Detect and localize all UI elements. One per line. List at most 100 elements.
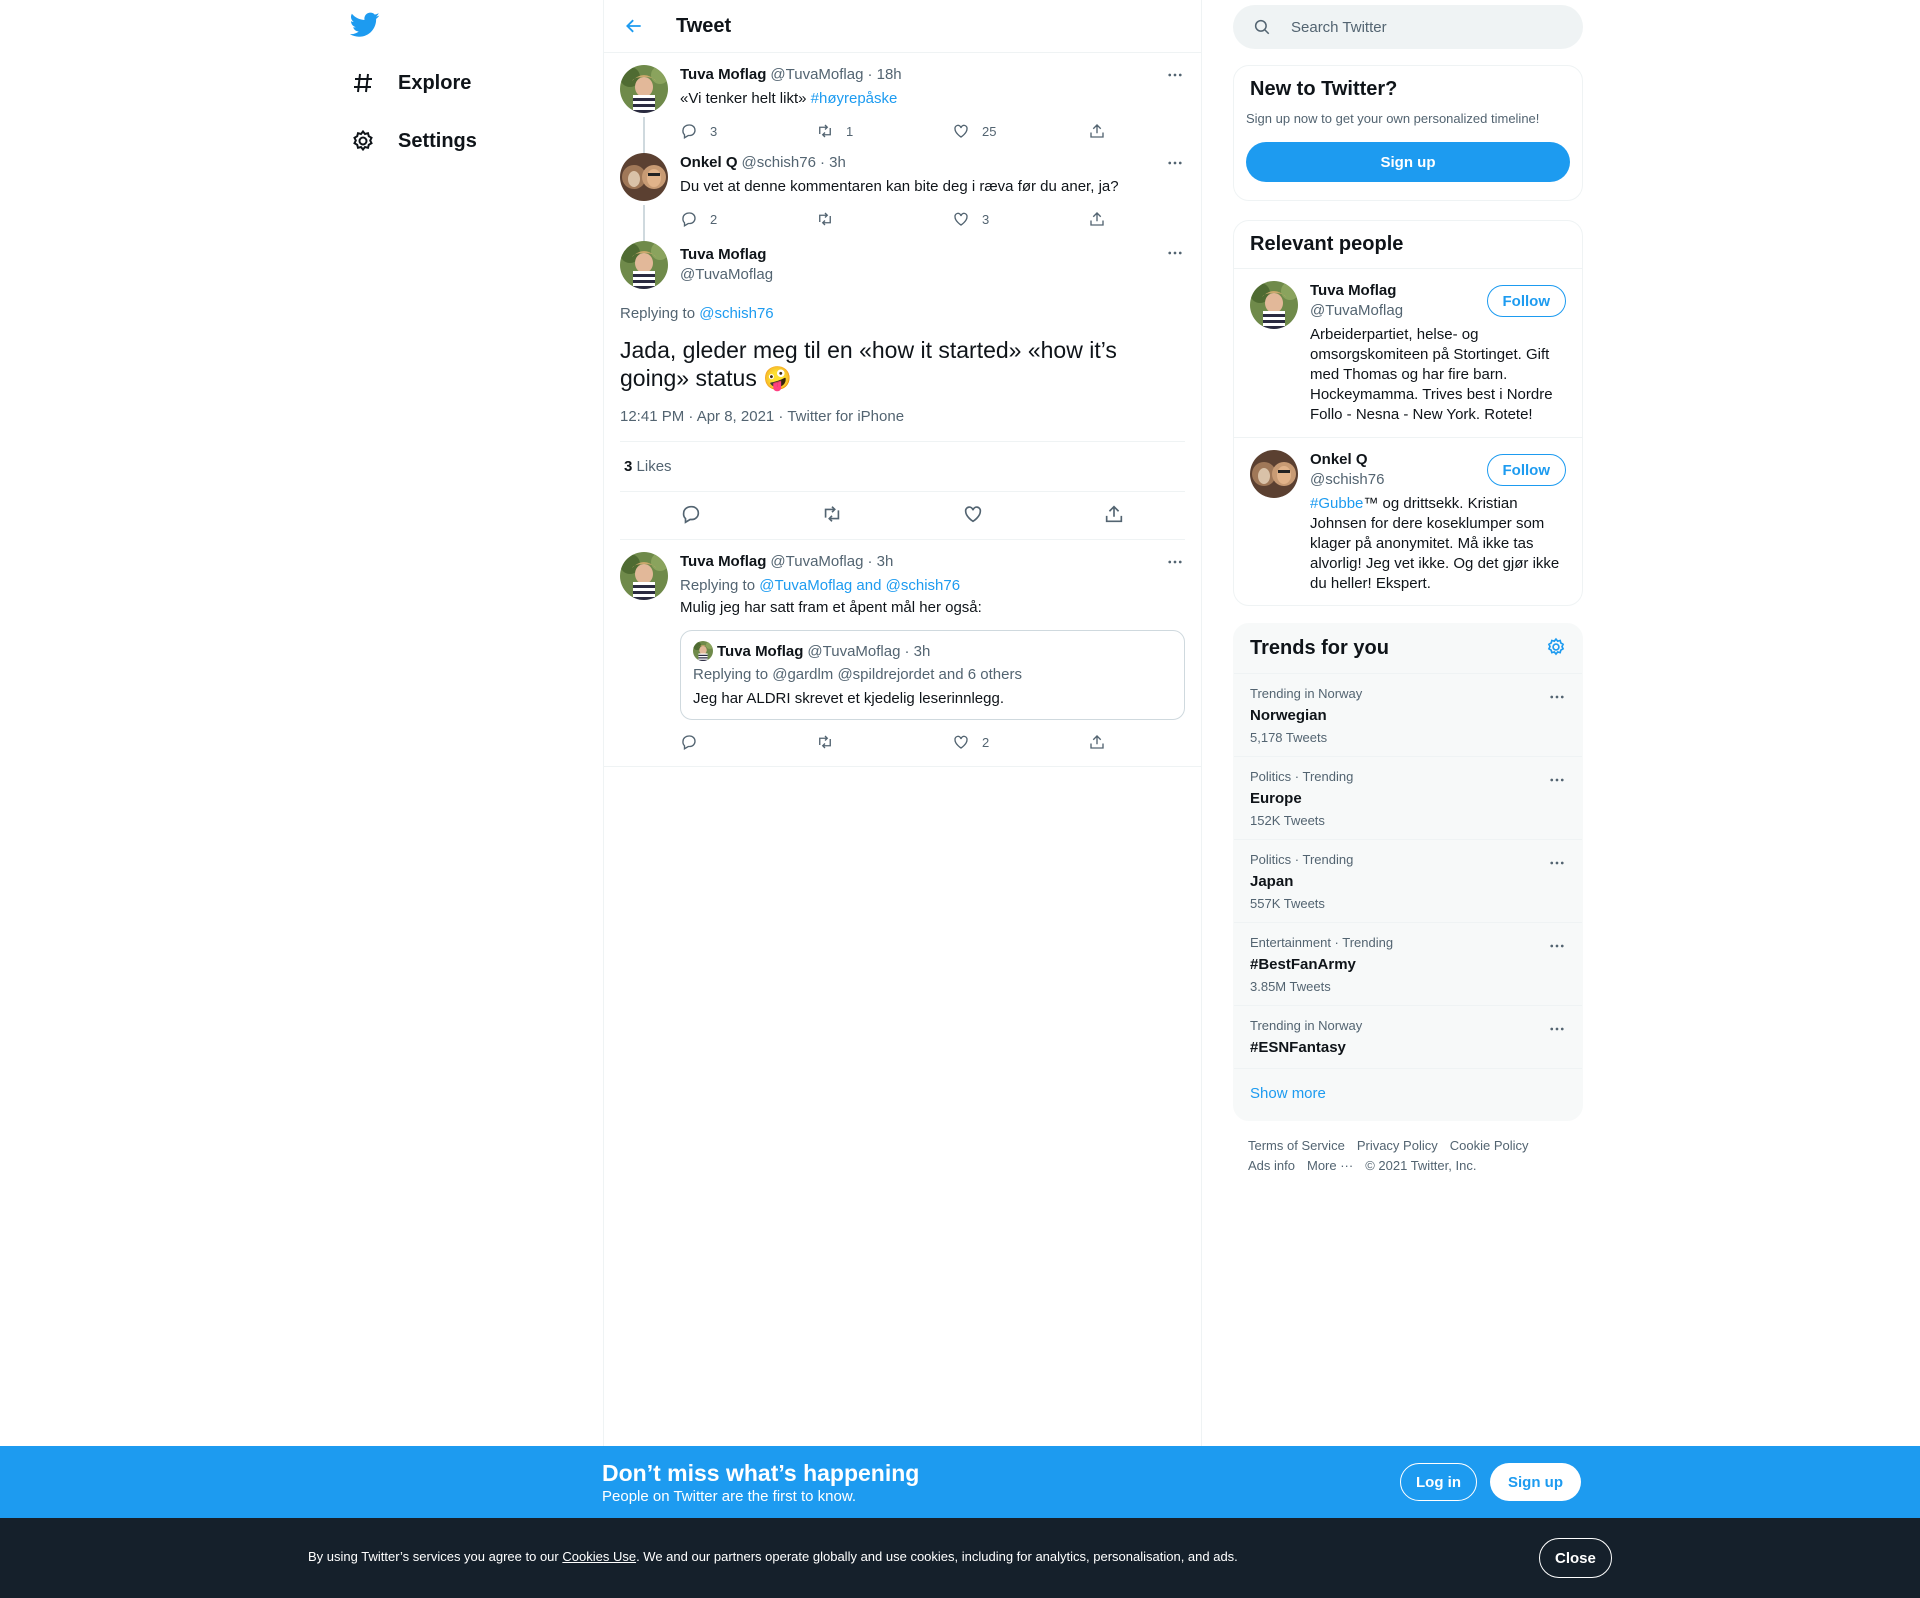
cookie-policy-link[interactable]: Cookie Policy <box>1450 1136 1529 1156</box>
retweet-icon <box>816 210 834 228</box>
copyright: © 2021 Twitter, Inc. <box>1365 1158 1477 1173</box>
reply-icon[interactable] <box>680 503 702 529</box>
search-icon <box>1254 19 1270 35</box>
tweet-time[interactable]: · 3h <box>867 552 893 572</box>
arrow-left-icon <box>626 19 641 33</box>
follow-button[interactable]: Follow <box>1486 454 1566 486</box>
trend-item[interactable]: Trending in Norway Norwegian 5,178 Tweet… <box>1234 674 1582 757</box>
main-tweet-text: Jada, gleder meg til en «how it started»… <box>620 337 1117 391</box>
tweet-timestamp[interactable]: 12:41 PM · Apr 8, 2021 · Twitter for iPh… <box>620 408 1185 442</box>
share-button[interactable] <box>1088 210 1118 228</box>
trend-item[interactable]: Politics · Trending Japan 557K Tweets <box>1234 840 1582 923</box>
signup-banner: Don’t miss what’s happening People on Tw… <box>0 1446 1920 1518</box>
follow-button[interactable]: Follow <box>1486 285 1566 317</box>
reply-button[interactable]: 2 <box>680 210 816 228</box>
author-handle[interactable]: @TuvaMoflag <box>680 265 773 285</box>
trend-item[interactable]: Entertainment · Trending #BestFanArmy 3.… <box>1234 923 1582 1006</box>
settings-gear-icon[interactable] <box>1546 637 1566 661</box>
heart-icon[interactable] <box>962 503 984 529</box>
ads-info-link[interactable]: Ads info <box>1248 1156 1295 1176</box>
nav-settings[interactable]: Settings <box>350 121 477 161</box>
privacy-link[interactable]: Privacy Policy <box>1357 1136 1438 1156</box>
signup-button[interactable]: Sign up <box>1246 142 1570 182</box>
quote-time: · 3h <box>904 642 931 660</box>
thread-tweet[interactable]: Tuva Moflag @TuvaMoflag · 18h «Vi tenker… <box>604 53 1201 167</box>
more-options-icon[interactable] <box>1548 771 1566 793</box>
like-count: 2 <box>982 734 990 750</box>
login-button[interactable]: Log in <box>1400 1463 1477 1501</box>
main-tweet-actions <box>620 492 1185 540</box>
mention-link[interactable]: @schish76 <box>699 305 773 322</box>
signup-button[interactable]: Sign up <box>1490 1463 1581 1501</box>
thread-tweet[interactable]: Onkel Q @schish76 · 3h Du vet at denne k… <box>604 153 1201 255</box>
more-options-icon[interactable] <box>1548 937 1566 959</box>
retweet-button[interactable] <box>816 733 952 751</box>
more-options-icon[interactable] <box>1165 65 1185 85</box>
reply-icon <box>680 210 698 228</box>
more-link[interactable]: More ··· <box>1307 1156 1353 1176</box>
retweet-button[interactable] <box>816 210 952 228</box>
quoted-tweet[interactable]: Tuva Moflag @TuvaMoflag · 3h Replying to… <box>680 630 1185 720</box>
author-name[interactable]: Tuva Moflag <box>680 245 769 265</box>
more-options-icon[interactable] <box>1165 552 1185 572</box>
more-options-icon[interactable] <box>1165 243 1185 263</box>
nav-explore[interactable]: Explore <box>350 63 471 103</box>
like-button[interactable]: 25 <box>952 122 1088 140</box>
trend-item[interactable]: Politics · Trending Europe 152K Tweets <box>1234 757 1582 840</box>
hashtag-link[interactable]: #høyrepåske <box>811 90 898 107</box>
search-input[interactable]: Search Twitter <box>1233 5 1583 49</box>
twitter-logo-icon[interactable] <box>349 12 380 38</box>
avatar[interactable] <box>1250 450 1298 498</box>
author-name[interactable]: Onkel Q <box>680 153 738 173</box>
like-button[interactable]: 3 <box>952 210 1088 228</box>
reply-tweet[interactable]: Tuva Moflag @TuvaMoflag · 3h Replying to… <box>604 540 1201 767</box>
person-cell[interactable]: Tuva Moflag @TuvaMoflag Arbeiderpartiet,… <box>1234 268 1582 437</box>
tweet-text: Du vet at denne kommentaren kan bite deg… <box>680 178 1119 195</box>
avatar[interactable] <box>620 153 668 201</box>
replying-to: Replying to @schish76 <box>620 305 1185 322</box>
share-icon <box>1088 733 1106 751</box>
author-handle[interactable]: @TuvaMoflag <box>770 65 863 85</box>
avatar[interactable] <box>620 552 668 600</box>
like-button[interactable]: 2 <box>952 733 1088 751</box>
cookies-use-link[interactable]: Cookies Use <box>562 1549 636 1564</box>
avatar[interactable] <box>620 241 668 289</box>
person-cell[interactable]: Onkel Q @schish76 #Gubbe™ og drittsekk. … <box>1234 437 1582 606</box>
trend-context: Trending in Norway <box>1250 686 1363 701</box>
reply-icon <box>680 122 698 140</box>
author-name[interactable]: Tuva Moflag <box>680 552 766 572</box>
retweet-button[interactable]: 1 <box>816 122 952 140</box>
footer-links: Terms of Service Privacy Policy Cookie Pol… <box>1248 1136 1568 1176</box>
share-button[interactable] <box>1088 733 1118 751</box>
trend-item[interactable]: Trending in Norway #ESNFantasy <box>1234 1006 1582 1069</box>
more-options-icon[interactable] <box>1548 688 1566 710</box>
more-options-icon[interactable] <box>1165 153 1185 173</box>
more-options-icon[interactable] <box>1548 1020 1566 1042</box>
tweet-text: Mulig jeg har satt fram et åpent mål her… <box>680 599 982 616</box>
author-handle[interactable]: @schish76 <box>742 153 816 173</box>
trend-name: Norwegian <box>1250 707 1327 724</box>
likes-count[interactable]: 3 Likes <box>620 442 1185 492</box>
retweet-count: 1 <box>846 123 854 139</box>
tweet-time[interactable]: · 18h <box>867 65 901 85</box>
share-icon[interactable] <box>1103 503 1125 529</box>
header-bar: Tweet <box>604 0 1201 53</box>
show-more-link[interactable]: Show more <box>1234 1069 1582 1118</box>
hashtag-link[interactable]: #Gubbe <box>1310 495 1363 512</box>
share-button[interactable] <box>1088 122 1118 140</box>
avatar[interactable] <box>620 65 668 113</box>
back-button[interactable] <box>604 16 660 36</box>
mention-link[interactable]: @TuvaMoflag and @schish76 <box>759 577 960 594</box>
terms-link[interactable]: Terms of Service <box>1248 1136 1345 1156</box>
reply-button[interactable]: 3 <box>680 122 816 140</box>
reply-button[interactable] <box>680 733 816 751</box>
author-name[interactable]: Tuva Moflag <box>680 65 766 85</box>
close-button[interactable]: Close <box>1539 1538 1612 1578</box>
tweet-time[interactable]: · 3h <box>820 153 846 173</box>
share-icon <box>1088 210 1106 228</box>
more-options-icon[interactable] <box>1548 854 1566 876</box>
retweet-icon <box>816 122 834 140</box>
avatar[interactable] <box>1250 281 1298 329</box>
author-handle[interactable]: @TuvaMoflag <box>770 552 863 572</box>
retweet-icon[interactable] <box>821 503 843 529</box>
